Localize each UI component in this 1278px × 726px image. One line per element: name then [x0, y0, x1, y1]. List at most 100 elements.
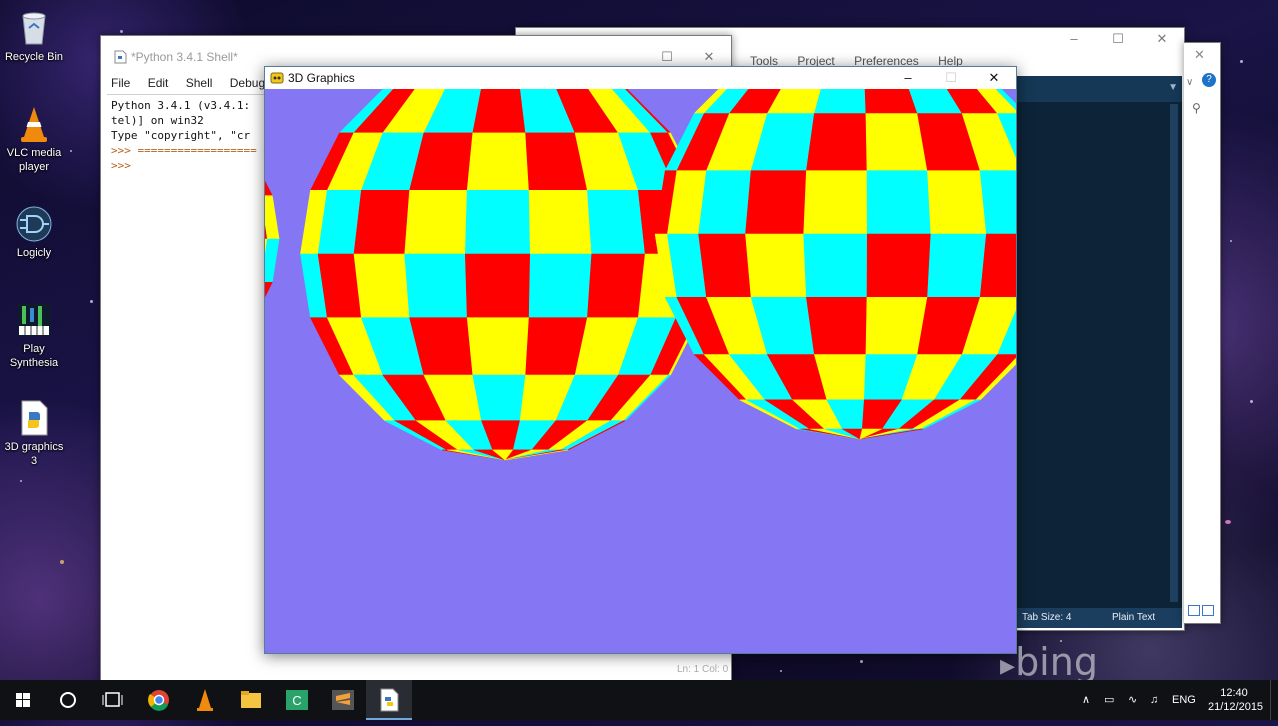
taskbar-file-explorer[interactable]: [228, 680, 274, 720]
sphere-facet: [472, 374, 526, 422]
graphics-window[interactable]: 3D Graphics – ☐ ✕: [264, 66, 1017, 654]
desktop-icon-label: Play Synthesia: [9, 343, 59, 369]
desktop-icon-label: 3D graphics 3: [4, 441, 64, 467]
clock-time: 12:40: [1220, 687, 1248, 699]
graphics-titlebar[interactable]: 3D Graphics – ☐ ✕: [265, 67, 1016, 89]
taskbar-python[interactable]: [366, 680, 412, 720]
logic-gate-icon: [14, 204, 54, 244]
view-details-icon[interactable]: [1202, 605, 1214, 616]
taskbar-vlc[interactable]: [182, 680, 228, 720]
show-desktop-button[interactable]: [1270, 680, 1278, 720]
svg-text:C: C: [292, 693, 301, 708]
menu-debug[interactable]: Debug: [230, 76, 265, 90]
close-button[interactable]: ✕: [1140, 28, 1184, 50]
sphere-facet: [265, 238, 280, 283]
sphere-facet: [353, 190, 410, 255]
sphere-facet: [265, 195, 280, 240]
help-icon[interactable]: ?: [1202, 73, 1216, 87]
sphere-facet: [865, 297, 928, 355]
close-button[interactable]: ✕: [972, 67, 1016, 89]
graphics-title: 3D Graphics: [288, 71, 355, 85]
sphere-facet: [466, 132, 529, 191]
sphere-facet: [265, 282, 273, 298]
menu-file[interactable]: File: [111, 76, 130, 90]
maximize-button[interactable]: ☐: [1096, 28, 1140, 50]
maximize-button[interactable]: ☐: [645, 46, 689, 68]
maximize-button: ☐: [945, 70, 957, 85]
render-canvas[interactable]: [265, 89, 1016, 653]
menu-shell[interactable]: Shell: [186, 76, 213, 90]
chevron-up-icon[interactable]: ∧: [1082, 680, 1090, 720]
taskbar-sublime[interactable]: [320, 680, 366, 720]
desktop-icon-recycle-bin[interactable]: Recycle Bin: [2, 8, 66, 64]
desktop-icon-label: Logicly: [16, 247, 52, 259]
vlc-cone-icon: [197, 689, 213, 711]
task-view-button[interactable]: [90, 680, 136, 720]
sphere-facet: [803, 170, 868, 235]
checkered-sphere-right: [654, 89, 1016, 440]
search-icon[interactable]: ⚲: [1192, 101, 1201, 115]
sphere-facet: [464, 190, 531, 255]
shell-titlebar[interactable]: *Python 3.4.1 Shell* ☐ ✕: [101, 46, 731, 68]
desktop-icon-synthesia[interactable]: Play Synthesia: [2, 300, 66, 370]
vlc-cone-icon: [14, 104, 54, 144]
wifi-icon[interactable]: ∿: [1128, 680, 1137, 720]
python-file-icon: [14, 398, 54, 438]
language-indicator[interactable]: ENG: [1172, 680, 1196, 720]
taskbar: C ∧ ▭ ∿ ♫ ENG 12:40 21/12/2015: [0, 680, 1278, 720]
sphere-facet: [866, 233, 931, 298]
folder-icon: [241, 691, 261, 708]
checkered-sphere-left: [300, 89, 710, 461]
taskbar-app-c[interactable]: C: [274, 680, 320, 720]
help-side-window[interactable]: ✕ ? ∨ ⚲: [1184, 42, 1221, 624]
sphere-facet: [404, 190, 468, 255]
close-icon[interactable]: ✕: [1194, 47, 1205, 63]
desktop-icon-vlc[interactable]: VLC media player: [2, 104, 66, 174]
battery-icon[interactable]: ▭: [1104, 680, 1114, 720]
taskbar-chrome[interactable]: [136, 680, 182, 720]
sphere-facet: [864, 89, 918, 114]
sphere-facet: [979, 170, 1016, 235]
chevron-down-icon[interactable]: ▼: [1168, 82, 1178, 93]
desktop-icon-logicly[interactable]: Logicly: [2, 204, 66, 260]
minimize-button[interactable]: –: [886, 67, 930, 89]
chevron-down-icon[interactable]: ∨: [1186, 77, 1193, 88]
python-file-icon: [380, 688, 399, 712]
recycle-bin-icon: [14, 8, 54, 48]
ide-editor-pane[interactable]: ▼: [1016, 76, 1182, 608]
sphere-facet: [466, 317, 529, 376]
sphere-facet: [528, 190, 593, 255]
idle-icon: [113, 50, 127, 64]
cortana-button[interactable]: [46, 680, 92, 720]
menu-edit[interactable]: Edit: [148, 76, 169, 90]
sphere-facet: [979, 233, 1016, 298]
sphere-facet: [806, 297, 868, 355]
close-button[interactable]: ✕: [687, 46, 731, 68]
chrome-icon: [148, 690, 169, 711]
sphere-facet: [865, 113, 928, 171]
sphere-facet: [806, 113, 868, 171]
sphere-facet: [265, 180, 273, 196]
sphere-facet: [528, 253, 593, 318]
clock-date: 21/12/2015: [1208, 701, 1264, 713]
sublime-icon: [332, 690, 354, 710]
pygame-icon: [270, 71, 284, 85]
ide-statusbar: Tab Size: 4 Plain Text: [1016, 608, 1182, 628]
view-list-icon[interactable]: [1188, 605, 1200, 616]
sphere-facet: [353, 253, 410, 318]
desktop-icon-label: Recycle Bin: [4, 51, 64, 63]
sphere-facet: [404, 253, 468, 318]
sphere-facet: [926, 170, 987, 235]
volume-icon[interactable]: ♫: [1150, 680, 1158, 720]
piano-keys-icon: [14, 300, 54, 340]
sphere-facet: [587, 190, 646, 255]
ide-tab-bar: ▼: [1016, 76, 1182, 102]
tab-size-indicator[interactable]: Tab Size: 4: [1022, 612, 1071, 623]
ide-scrollbar[interactable]: [1170, 104, 1178, 602]
checkered-sphere-edge: [265, 180, 280, 298]
desktop-icon-3d-graphics[interactable]: 3D graphics 3: [2, 398, 66, 468]
clock[interactable]: 12:40 21/12/2015: [1208, 686, 1264, 726]
minimize-button[interactable]: –: [1052, 28, 1096, 50]
syntax-indicator[interactable]: Plain Text: [1112, 612, 1155, 623]
start-button[interactable]: [0, 680, 46, 720]
